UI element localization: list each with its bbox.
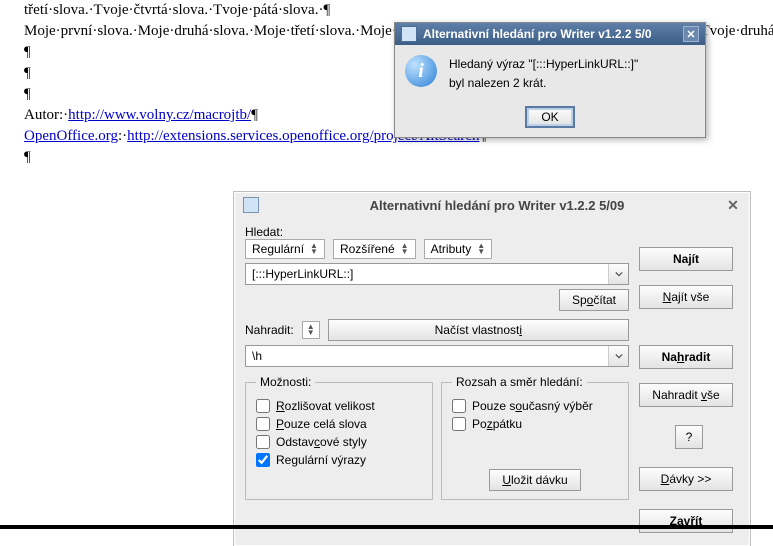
pilcrow: ¶ — [251, 107, 258, 123]
search-dialog-titlebar[interactable]: Alternativní hledání pro Writer v1.2.2 5… — [235, 193, 749, 217]
replace-input[interactable] — [246, 346, 608, 366]
regex-checkbox[interactable] — [256, 453, 270, 467]
dropdown-button[interactable] — [608, 264, 628, 284]
replace-label: Nahradit: — [245, 323, 294, 337]
updown-icon: ▲▼ — [401, 243, 409, 255]
options-fieldset: Možnosti: Rozlišovat velikost Pouze celá… — [245, 375, 433, 500]
info-dialog: Alternativní hledání pro Writer v1.2.2 5… — [394, 22, 706, 138]
dropdown-button[interactable] — [608, 346, 628, 366]
app-icon — [243, 197, 259, 213]
close-icon[interactable]: ✕ — [683, 26, 699, 42]
search-dialog: Alternativní hledání pro Writer v1.2.2 5… — [234, 192, 750, 546]
updown-icon: ▲▼ — [477, 243, 485, 255]
paragraph-styles-checkbox[interactable] — [256, 435, 270, 449]
scope-fieldset: Rozsah a směr hledání: Pouze současný vý… — [441, 375, 629, 500]
page-rule — [0, 525, 773, 529]
paragraph: třetí·slova.·Tvoje·čtvrtá·slova.·Tvoje·p… — [24, 0, 763, 21]
app-icon — [401, 26, 417, 42]
author-label: Autor:· — [24, 107, 68, 123]
openoffice-label-link[interactable]: OpenOffice.org — [24, 128, 118, 144]
find-all-button[interactable]: Najít vše — [639, 285, 733, 309]
regular-spinner[interactable]: Regulární▲▼ — [245, 239, 325, 259]
chevron-down-icon — [615, 352, 623, 360]
paragraph-styles-checkbox-row[interactable]: Odstavcové styly — [256, 435, 422, 449]
info-line1: Hledaný výraz "[:::HyperLinkURL::]" — [449, 55, 638, 74]
whole-words-checkbox-row[interactable]: Pouze celá slova — [256, 417, 422, 431]
case-checkbox[interactable] — [256, 399, 270, 413]
updown-icon: ▲▼ — [310, 243, 318, 255]
info-dialog-body: i Hledaný výraz "[:::HyperLinkURL::]" by… — [395, 45, 705, 103]
selection-only-checkbox[interactable] — [452, 399, 466, 413]
separator: :· — [118, 128, 127, 144]
case-checkbox-row[interactable]: Rozlišovat velikost — [256, 399, 422, 413]
backwards-checkbox[interactable] — [452, 417, 466, 431]
save-batch-button[interactable]: Uložit dávku — [489, 469, 580, 491]
backwards-checkbox-row[interactable]: Pozpátku — [452, 417, 618, 431]
options-legend: Možnosti: — [256, 375, 315, 389]
replace-button[interactable]: Nahradit — [639, 345, 733, 369]
search-dialog-title: Alternativní hledání pro Writer v1.2.2 5… — [269, 198, 725, 213]
scope-legend: Rozsah a směr hledání: — [452, 375, 587, 389]
replace-all-button[interactable]: Nahradit vše — [639, 383, 733, 407]
selection-only-checkbox-row[interactable]: Pouze současný výběr — [452, 399, 618, 413]
load-properties-button[interactable]: Načíst vlastnosti — [328, 319, 629, 341]
pilcrow: ¶ — [24, 147, 763, 168]
info-dialog-titlebar[interactable]: Alternativní hledání pro Writer v1.2.2 5… — [395, 23, 705, 45]
count-button[interactable]: Spočítat — [559, 289, 629, 311]
help-button[interactable]: ? — [675, 425, 703, 449]
close-icon[interactable]: ✕ — [725, 197, 741, 213]
close-button[interactable]: Zavřít — [639, 509, 733, 533]
search-label: Hledat: — [245, 225, 629, 239]
updown-icon: ▲▼ — [307, 324, 315, 336]
info-dialog-buttons: OK — [395, 103, 705, 137]
extended-spinner[interactable]: Rozšířené▲▼ — [333, 239, 416, 259]
whole-words-checkbox[interactable] — [256, 417, 270, 431]
info-line2: byl nalezen 2 krát. — [449, 74, 638, 93]
author-link[interactable]: http://www.volny.cz/macrojtb/ — [68, 107, 251, 123]
info-icon: i — [405, 55, 437, 87]
replace-combo — [245, 345, 629, 367]
replace-spinner[interactable]: ▲▼ — [302, 321, 320, 339]
regex-checkbox-row[interactable]: Regulární výrazy — [256, 453, 422, 467]
search-input[interactable] — [246, 264, 608, 284]
info-dialog-title: Alternativní hledání pro Writer v1.2.2 5… — [423, 27, 652, 41]
batch-button[interactable]: Dávky >> — [639, 467, 733, 491]
find-button[interactable]: Najít — [639, 247, 733, 271]
search-combo — [245, 263, 629, 285]
attributes-spinner[interactable]: Atributy▲▼ — [424, 239, 493, 259]
ok-button[interactable]: OK — [526, 107, 573, 127]
info-message: Hledaný výraz "[:::HyperLinkURL::]" byl … — [449, 55, 638, 93]
chevron-down-icon — [615, 270, 623, 278]
